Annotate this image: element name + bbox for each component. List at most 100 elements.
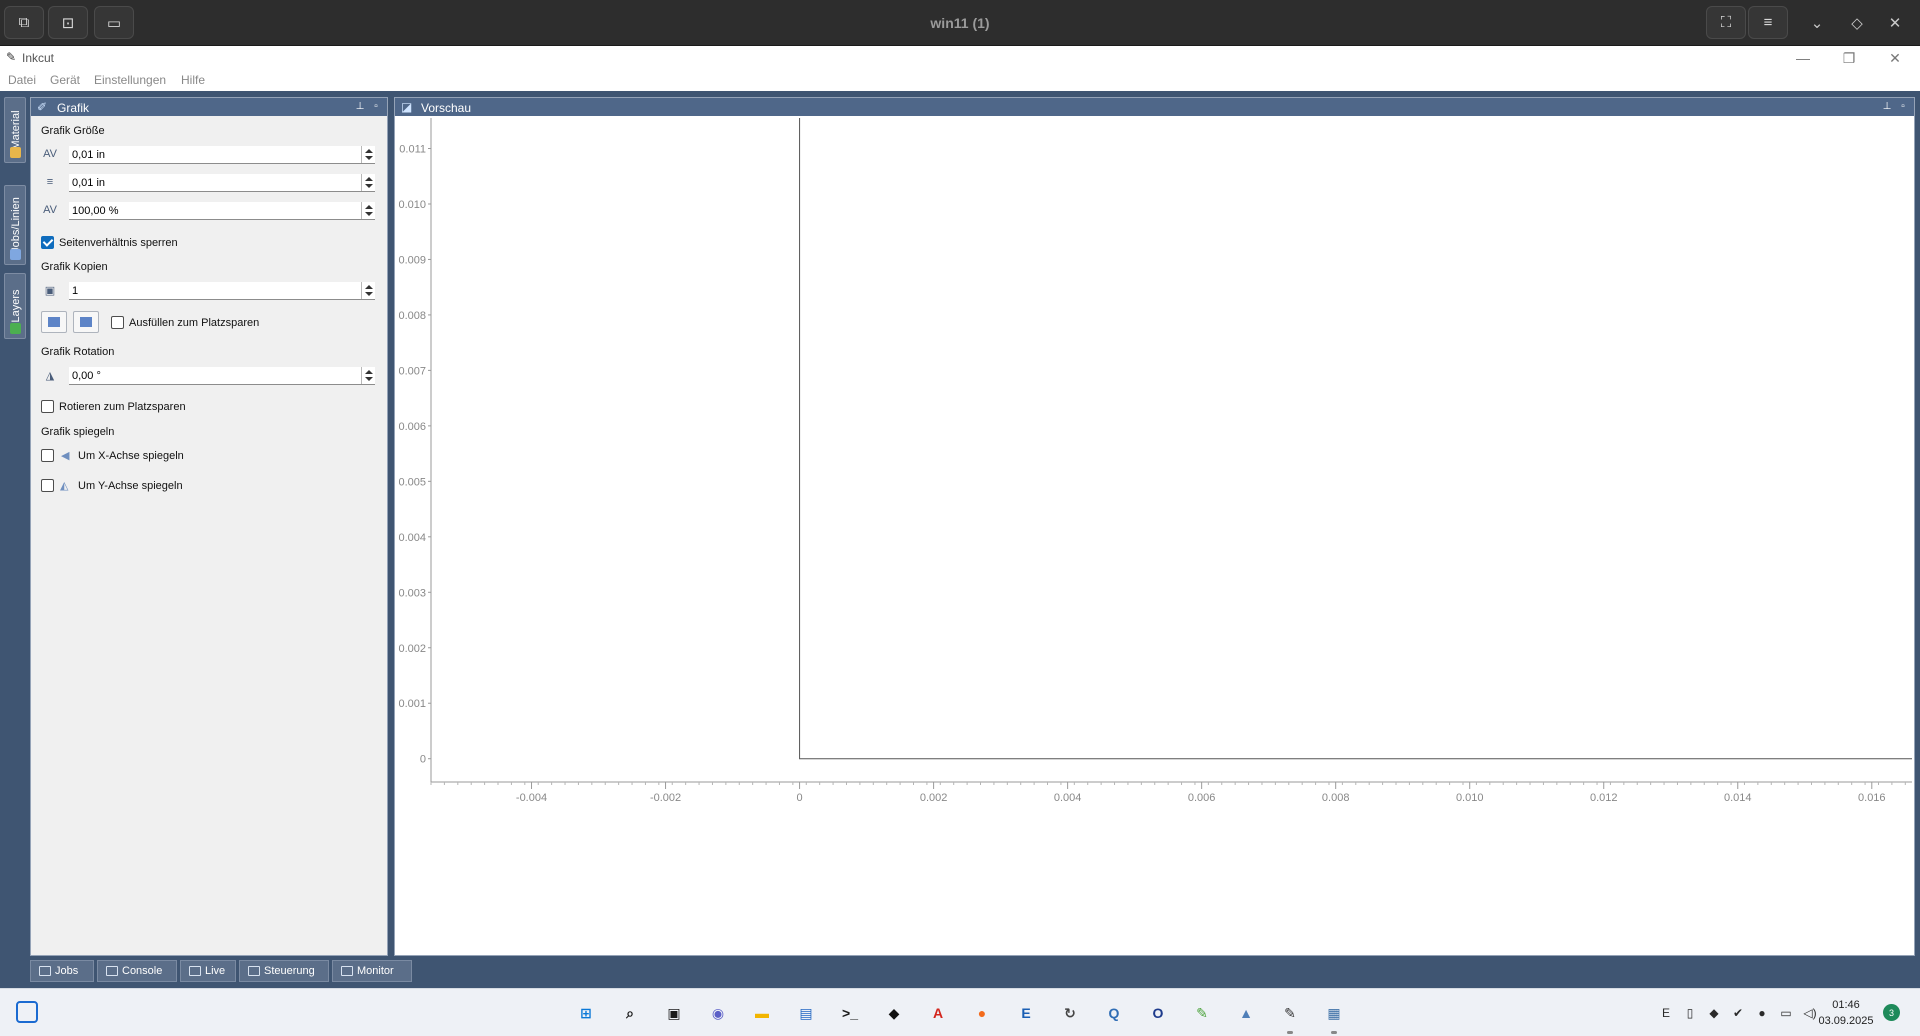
vorschau-float-icon[interactable]: ▫ bbox=[1896, 99, 1910, 113]
steuerung-tab-icon bbox=[248, 966, 260, 976]
clock-time[interactable]: 01:46 bbox=[1820, 999, 1872, 1011]
tab-material[interactable]: Material bbox=[4, 97, 26, 163]
start-icon[interactable]: ⊞ bbox=[574, 1001, 598, 1025]
scale-spinbox[interactable]: 100,00 % bbox=[69, 202, 375, 220]
grafik-header: ✐ Grafik ⊥ ▫ bbox=[31, 98, 387, 116]
outlook-icon[interactable]: E bbox=[1014, 1001, 1038, 1025]
mirror-x-icon: ◀ bbox=[61, 450, 70, 462]
lock-aspect-checkbox[interactable] bbox=[41, 236, 54, 249]
notepad-icon[interactable]: ✎ bbox=[1190, 1001, 1214, 1025]
window-close-button[interactable]: ✕ bbox=[1880, 48, 1910, 68]
tab-joblinien[interactable]: Jobs/Linien bbox=[4, 185, 26, 265]
rotate-save-checkbox[interactable] bbox=[41, 400, 54, 413]
tab-steuerung[interactable]: Steuerung bbox=[239, 960, 329, 982]
vorschau-panel: ◪ Vorschau ⊥ ▫ -0.004 -0.002 0 0.002 0.004 0.… bbox=[394, 97, 1915, 956]
scale-stepper[interactable] bbox=[361, 202, 375, 219]
terminal-icon[interactable]: >_ bbox=[838, 1001, 862, 1025]
display-icon[interactable]: ▭ bbox=[94, 6, 134, 39]
mirror-y-checkbox[interactable] bbox=[41, 479, 54, 492]
tab-layers[interactable]: Layers bbox=[4, 273, 26, 339]
y-tick-label: 0.007 bbox=[398, 365, 426, 377]
width-spinbox[interactable]: 0,01 in bbox=[69, 146, 375, 164]
qt-icon[interactable]: Q bbox=[1102, 1001, 1126, 1025]
remove-copy-button[interactable] bbox=[73, 311, 99, 333]
y-tick-label: 0.011 bbox=[399, 144, 426, 156]
rotation-stepper[interactable] bbox=[361, 367, 375, 384]
acrobat-icon[interactable]: A bbox=[926, 1001, 950, 1025]
app-titlebar: ✎ Inkcut — ❐ ✕ bbox=[0, 46, 1920, 70]
chevron-down-icon[interactable]: ⌄ bbox=[1806, 12, 1828, 34]
tab-console[interactable]: Console bbox=[97, 960, 177, 982]
y-tick-label: 0.001 bbox=[398, 698, 426, 710]
fill-label: Ausfüllen zum Platzsparen bbox=[129, 317, 260, 329]
inkcut-icon[interactable]: ✎ bbox=[1278, 1001, 1302, 1025]
y-tick-label: 0 bbox=[420, 754, 426, 766]
y-tick-label: 0.002 bbox=[398, 643, 426, 655]
x-tick-label: 0.002 bbox=[920, 792, 948, 804]
height-stepper[interactable] bbox=[361, 174, 375, 191]
python-icon[interactable]: ▦ bbox=[1322, 1001, 1346, 1025]
menu-hilfe[interactable]: Hilfe bbox=[181, 73, 205, 87]
jobs-icon bbox=[10, 249, 21, 260]
notification-badge[interactable]: 3 bbox=[1883, 1004, 1900, 1021]
width-stepper[interactable] bbox=[361, 146, 375, 163]
firefox-icon[interactable]: ● bbox=[970, 1001, 994, 1025]
window-switcher-icon[interactable]: ⧉ bbox=[4, 6, 44, 39]
menu-einstellungen[interactable]: Einstellungen bbox=[94, 73, 166, 87]
add-copy-button[interactable] bbox=[41, 311, 67, 333]
x-tick-label: 0 bbox=[797, 792, 803, 804]
tab-jobs-label: Jobs bbox=[55, 965, 79, 977]
sync-icon[interactable]: ↻ bbox=[1058, 1001, 1082, 1025]
copies-spinbox[interactable]: 1 bbox=[69, 282, 375, 300]
clock-date[interactable]: 03.09.2025 bbox=[1812, 1015, 1880, 1027]
store-icon[interactable]: ▤ bbox=[794, 1001, 818, 1025]
tab-live[interactable]: Live bbox=[180, 960, 236, 982]
height-spinbox[interactable]: 0,01 in bbox=[69, 174, 375, 192]
fullscreen-icon[interactable]: ⛶ bbox=[1706, 6, 1746, 39]
widgets-icon[interactable] bbox=[16, 1001, 38, 1023]
menu-datei[interactable]: Datei bbox=[8, 73, 36, 87]
fit-screen-icon[interactable]: ⊡ bbox=[48, 6, 88, 39]
close-icon[interactable]: ✕ bbox=[1884, 12, 1906, 34]
rotation-spinbox[interactable]: 0,00 ° bbox=[69, 367, 375, 385]
mirror-y-label: Um Y-Achse spiegeln bbox=[78, 480, 183, 492]
taskbar: ⊞ ⌕ ▣ ◉ ▬ ▤ >_ ◆ A ● E ↻ Q O ✎ ▲ ✎ ▦ E ▯ ◆ ✔ ● ▭ ◁) 01:46 03.09… bbox=[0, 988, 1920, 1036]
outlook-tray-icon[interactable]: E bbox=[1658, 1005, 1674, 1021]
float-icon[interactable]: ▫ bbox=[369, 99, 383, 113]
copies-icon: ▣ bbox=[44, 284, 56, 297]
fill-checkbox[interactable] bbox=[111, 316, 124, 329]
menu-geraet[interactable]: Gerät bbox=[50, 73, 80, 87]
vorschau-pin-icon[interactable]: ⊥ bbox=[1880, 99, 1894, 113]
search-icon[interactable]: ⌕ bbox=[618, 1001, 642, 1025]
tab-monitor[interactable]: Monitor bbox=[332, 960, 412, 982]
menu-icon[interactable]: ≡ bbox=[1748, 6, 1788, 39]
layers-icon bbox=[10, 323, 21, 334]
file-explorer-icon[interactable]: ▬ bbox=[750, 1001, 774, 1025]
tab-monitor-label: Monitor bbox=[357, 965, 394, 977]
restore-button[interactable]: ❐ bbox=[1834, 48, 1864, 68]
copies-stepper[interactable] bbox=[361, 282, 375, 299]
inkscape-icon[interactable]: ◆ bbox=[882, 1001, 906, 1025]
minimize-button[interactable]: — bbox=[1788, 48, 1818, 68]
teams-icon[interactable]: ◉ bbox=[706, 1001, 730, 1025]
console-tab-icon bbox=[106, 966, 118, 976]
usb-icon[interactable]: ▯ bbox=[1682, 1005, 1698, 1021]
width-icon: AV bbox=[43, 148, 57, 160]
y-tick-label: 0.010 bbox=[398, 199, 426, 211]
grafik-title: Grafik bbox=[57, 101, 90, 115]
vpn-icon[interactable]: ✔ bbox=[1730, 1005, 1746, 1021]
opera-icon[interactable]: O bbox=[1146, 1001, 1170, 1025]
task-view-icon[interactable]: ▣ bbox=[662, 1001, 686, 1025]
diamond-icon[interactable]: ◇ bbox=[1846, 12, 1868, 34]
preview-plot[interactable]: -0.004 -0.002 0 0.002 0.004 0.006 0.008 0.010 0.… bbox=[395, 116, 1914, 955]
x-tick-label: 0.006 bbox=[1188, 792, 1216, 804]
network-icon[interactable]: ▭ bbox=[1778, 1005, 1794, 1021]
mirror-x-checkbox[interactable] bbox=[41, 449, 54, 462]
pin-icon[interactable]: ⊥ bbox=[353, 99, 367, 113]
inkcut-logo-icon: ✎ bbox=[6, 50, 17, 64]
norton-icon[interactable]: ● bbox=[1754, 1005, 1770, 1021]
monitor-app-icon[interactable]: ▲ bbox=[1234, 1001, 1258, 1025]
mirror-x-label: Um X-Achse spiegeln bbox=[78, 450, 184, 462]
defender-icon[interactable]: ◆ bbox=[1706, 1005, 1722, 1021]
tab-jobs[interactable]: Jobs bbox=[30, 960, 94, 982]
